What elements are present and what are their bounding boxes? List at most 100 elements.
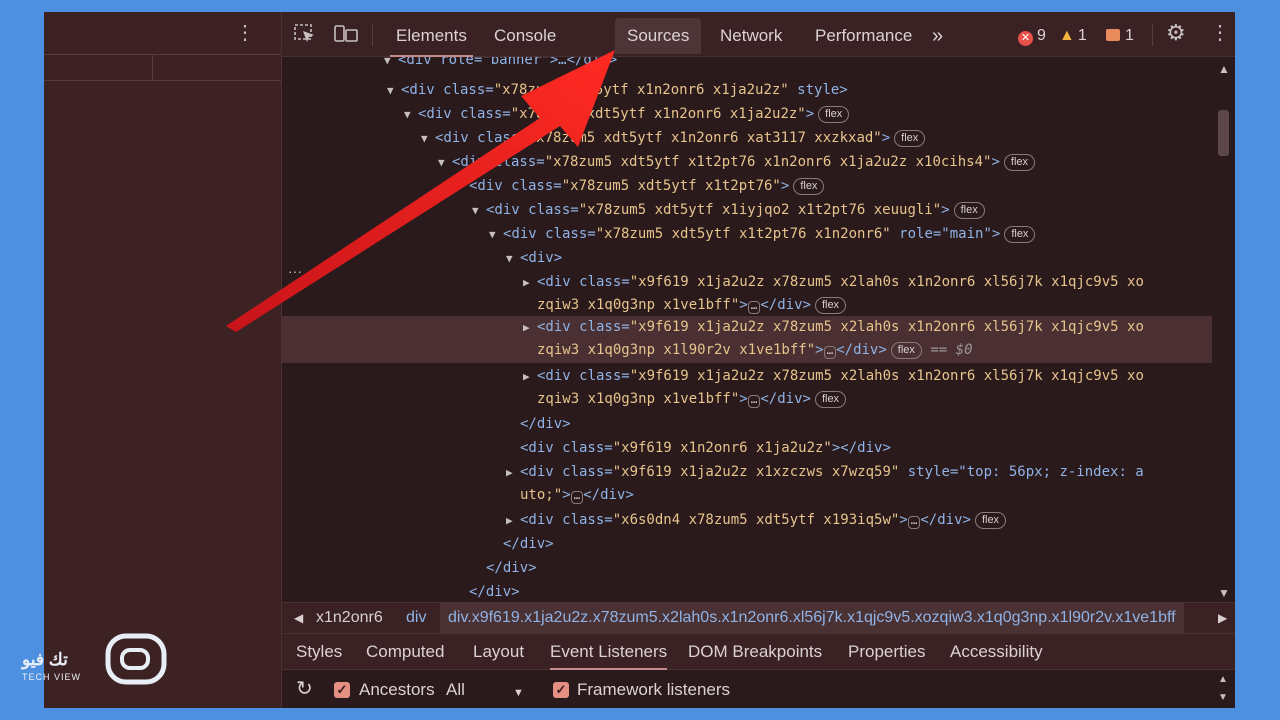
dom-node[interactable]: ▼ <div class="x78zum5 xdt5ytf x1t2pt76 x1… bbox=[282, 223, 1212, 246]
ancestors-checkbox[interactable]: ✓ bbox=[334, 682, 350, 698]
flex-badge[interactable]: flex bbox=[974, 512, 1007, 529]
tab-layout[interactable]: Layout bbox=[473, 634, 524, 670]
dom-node-text: <div class="x6s0dn4 x78zum5 xdt5ytf x193… bbox=[520, 512, 908, 528]
collapsed-children-ellipsis[interactable]: … bbox=[747, 394, 761, 408]
scroll-down-arrow-icon[interactable]: ▼ bbox=[1218, 587, 1230, 599]
flex-badge[interactable]: flex bbox=[818, 106, 850, 123]
dom-node[interactable]: ▼ <div role="banner">…</div> bbox=[282, 57, 1212, 72]
collapse-triangle-icon[interactable]: ▶ bbox=[523, 316, 537, 339]
dom-node[interactable]: ▶ <div class="x6s0dn4 x78zum5 xdt5ytf x19… bbox=[282, 509, 1212, 532]
collapse-triangle-icon[interactable]: ▶ bbox=[506, 509, 520, 532]
more-tabs-chevron-icon[interactable]: » bbox=[920, 18, 955, 54]
framework-listeners-checkbox[interactable]: ✓ bbox=[553, 682, 569, 698]
collapsed-children-ellipsis[interactable]: … bbox=[823, 345, 837, 359]
expand-triangle-icon[interactable]: ▼ bbox=[421, 127, 435, 150]
dom-node[interactable]: ▼ <div class="x78zum5 xdt5ytf x1t2pt76 x1… bbox=[282, 151, 1212, 174]
closing-tag: </div> bbox=[760, 297, 811, 313]
dom-node-text: <div class="x9f619 x1n2onr6 x1ja2u2z"></… bbox=[520, 440, 891, 456]
collapsed-children-ellipsis[interactable]: … bbox=[570, 490, 584, 504]
collapsed-children-ellipsis[interactable]: … bbox=[907, 515, 921, 529]
dom-node-text: </div> bbox=[503, 536, 554, 552]
dom-node[interactable]: ▼ <div class="x78zum5 xdt5ytf x1iyjqo2 x1… bbox=[282, 199, 1212, 222]
page-viewport-pane: ⋮ bbox=[44, 12, 282, 708]
dom-node-text: <div class="x9f619 x1ja2u2z x78zum5 x2la… bbox=[537, 319, 1144, 335]
warning-count[interactable]: ▲ 1 bbox=[1059, 26, 1087, 46]
scrollbar-thumb[interactable] bbox=[1218, 110, 1229, 156]
warning-icon: ▲ bbox=[1059, 27, 1075, 44]
dom-node[interactable]: <div class="x9f619 x1n2onr6 x1ja2u2z"></… bbox=[282, 437, 1212, 460]
scroll-up-arrow-icon[interactable]: ▲ bbox=[1218, 63, 1230, 75]
breadcrumb-right-arrow-icon[interactable]: ▶ bbox=[1214, 603, 1228, 633]
dom-node[interactable]: ▶ <div class="x9f619 x1ja2u2z x78zum5 x2l… bbox=[282, 365, 1212, 412]
breadcrumb-left-arrow-icon[interactable]: ◀ bbox=[294, 603, 303, 633]
dom-node[interactable]: ▼ <div class="x78zum5 xdt5ytf x1t2pt76"> f… bbox=[282, 175, 1212, 198]
expand-triangle-icon[interactable]: ▼ bbox=[387, 79, 401, 102]
vertical-scrollbar[interactable]: ▲ ▼ bbox=[1212, 57, 1235, 607]
collapse-triangle-icon[interactable]: ▶ bbox=[506, 461, 520, 484]
collapse-triangle-icon[interactable]: ▶ bbox=[523, 271, 537, 294]
dom-node[interactable]: ▼ <div class="x78zum5 xdt5ytf x1n2onr6 x1… bbox=[282, 79, 1212, 102]
collapse-triangle-icon[interactable]: ▶ bbox=[523, 365, 537, 388]
issues-count[interactable]: 1 bbox=[1106, 26, 1134, 46]
breadcrumb-item[interactable]: div bbox=[406, 603, 426, 633]
flex-badge[interactable]: flex bbox=[793, 178, 825, 195]
dom-node[interactable]: ▼ <div class="x78zum5 xdt5ytf x1n2onr6 xa… bbox=[282, 127, 1212, 150]
dom-node[interactable]: ▶ <div class="x9f619 x1ja2u2z x1xzczws x7… bbox=[282, 461, 1212, 508]
framework-listeners-label: Framework listeners bbox=[577, 680, 731, 699]
dom-node[interactable]: ▶ <div class="x9f619 x1ja2u2z x78zum5 x2l… bbox=[282, 271, 1212, 318]
flex-badge[interactable]: flex bbox=[1004, 226, 1036, 243]
expand-triangle-icon[interactable]: ▼ bbox=[472, 199, 486, 222]
dom-tree: ▼ <div role="banner">…</div> ▼ <div class="… bbox=[282, 57, 1212, 607]
flex-badge[interactable]: flex bbox=[814, 297, 847, 314]
dom-node[interactable]: </div> bbox=[282, 533, 1212, 556]
inspect-element-icon[interactable] bbox=[294, 24, 316, 48]
scroll-up-arrow-icon[interactable]: ▲ bbox=[1218, 674, 1228, 686]
expand-triangle-icon[interactable]: ▼ bbox=[506, 247, 520, 270]
dom-node-text: <div class="x78zum5 xdt5ytf x1iyjqo2 x1t… bbox=[486, 202, 950, 218]
gear-icon[interactable]: ⚙ bbox=[1166, 22, 1186, 44]
expand-triangle-icon[interactable]: ▼ bbox=[384, 57, 398, 72]
tab-styles[interactable]: Styles bbox=[296, 634, 342, 670]
expand-triangle-icon[interactable]: ▼ bbox=[404, 103, 418, 126]
flex-badge[interactable]: flex bbox=[1003, 154, 1036, 171]
tab-sources[interactable]: Sources bbox=[615, 18, 702, 54]
flex-badge[interactable]: flex bbox=[953, 202, 985, 219]
kebab-menu-icon[interactable]: ⋮ bbox=[235, 23, 255, 43]
dom-node-text: <div class="x78zum5 xdt5ytf x1n2onr6 xat… bbox=[435, 130, 891, 146]
error-count[interactable]: ✕ 9 bbox=[1018, 26, 1046, 46]
dom-node-selected[interactable]: ▶ <div class="x9f619 x1ja2u2z x78zum5 x2l… bbox=[282, 316, 1212, 363]
breadcrumb-item[interactable]: x1n2onr6 bbox=[316, 603, 383, 633]
tab-network[interactable]: Network bbox=[708, 18, 794, 54]
tab-console[interactable]: Console bbox=[482, 18, 568, 54]
flex-badge[interactable]: flex bbox=[814, 391, 847, 408]
dom-node[interactable]: </div> bbox=[282, 581, 1212, 604]
breadcrumb-item-active[interactable]: div.x9f619.x1ja2u2z.x78zum5.x2lah0s.x1n2… bbox=[440, 603, 1184, 633]
expand-triangle-icon[interactable]: ▼ bbox=[438, 151, 452, 174]
tab-elements[interactable]: Elements bbox=[384, 18, 479, 57]
chevron-down-icon[interactable]: ▼ bbox=[513, 682, 524, 704]
collapsed-children-ellipsis[interactable]: … bbox=[747, 300, 761, 314]
flex-badge[interactable]: flex bbox=[890, 342, 922, 359]
tab-properties[interactable]: Properties bbox=[848, 634, 925, 670]
listener-type-select[interactable]: All bbox=[446, 679, 465, 701]
row-actions-ellipsis[interactable]: ··· bbox=[288, 264, 302, 278]
device-toolbar-icon[interactable] bbox=[334, 24, 358, 48]
dom-node-continuation: uto;">… </div> bbox=[520, 487, 634, 504]
dom-node[interactable]: ▼ <div> bbox=[282, 247, 1212, 270]
expand-triangle-icon[interactable]: ▼ bbox=[455, 175, 469, 198]
dom-node[interactable]: </div> bbox=[282, 413, 1212, 436]
refresh-icon[interactable]: ↻ bbox=[296, 678, 313, 700]
dom-node[interactable]: </div> bbox=[282, 557, 1212, 580]
dom-node-text: </div> bbox=[486, 560, 537, 576]
expand-triangle-icon[interactable]: ▼ bbox=[489, 223, 503, 246]
tab-dom-breakpoints[interactable]: DOM Breakpoints bbox=[688, 634, 822, 670]
scroll-down-arrow-icon[interactable]: ▼ bbox=[1218, 692, 1228, 704]
divider bbox=[152, 55, 153, 81]
tab-accessibility[interactable]: Accessibility bbox=[950, 634, 1043, 670]
tab-event-listeners[interactable]: Event Listeners bbox=[550, 634, 668, 670]
kebab-menu-icon[interactable]: ⋮ bbox=[1210, 23, 1230, 43]
dom-node[interactable]: ▼ <div class="x78zum5 xdt5ytf x1n2onr6 x1… bbox=[282, 103, 1212, 126]
flex-badge[interactable]: flex bbox=[894, 130, 926, 147]
tab-performance[interactable]: Performance bbox=[803, 18, 924, 54]
tab-computed[interactable]: Computed bbox=[366, 634, 444, 670]
